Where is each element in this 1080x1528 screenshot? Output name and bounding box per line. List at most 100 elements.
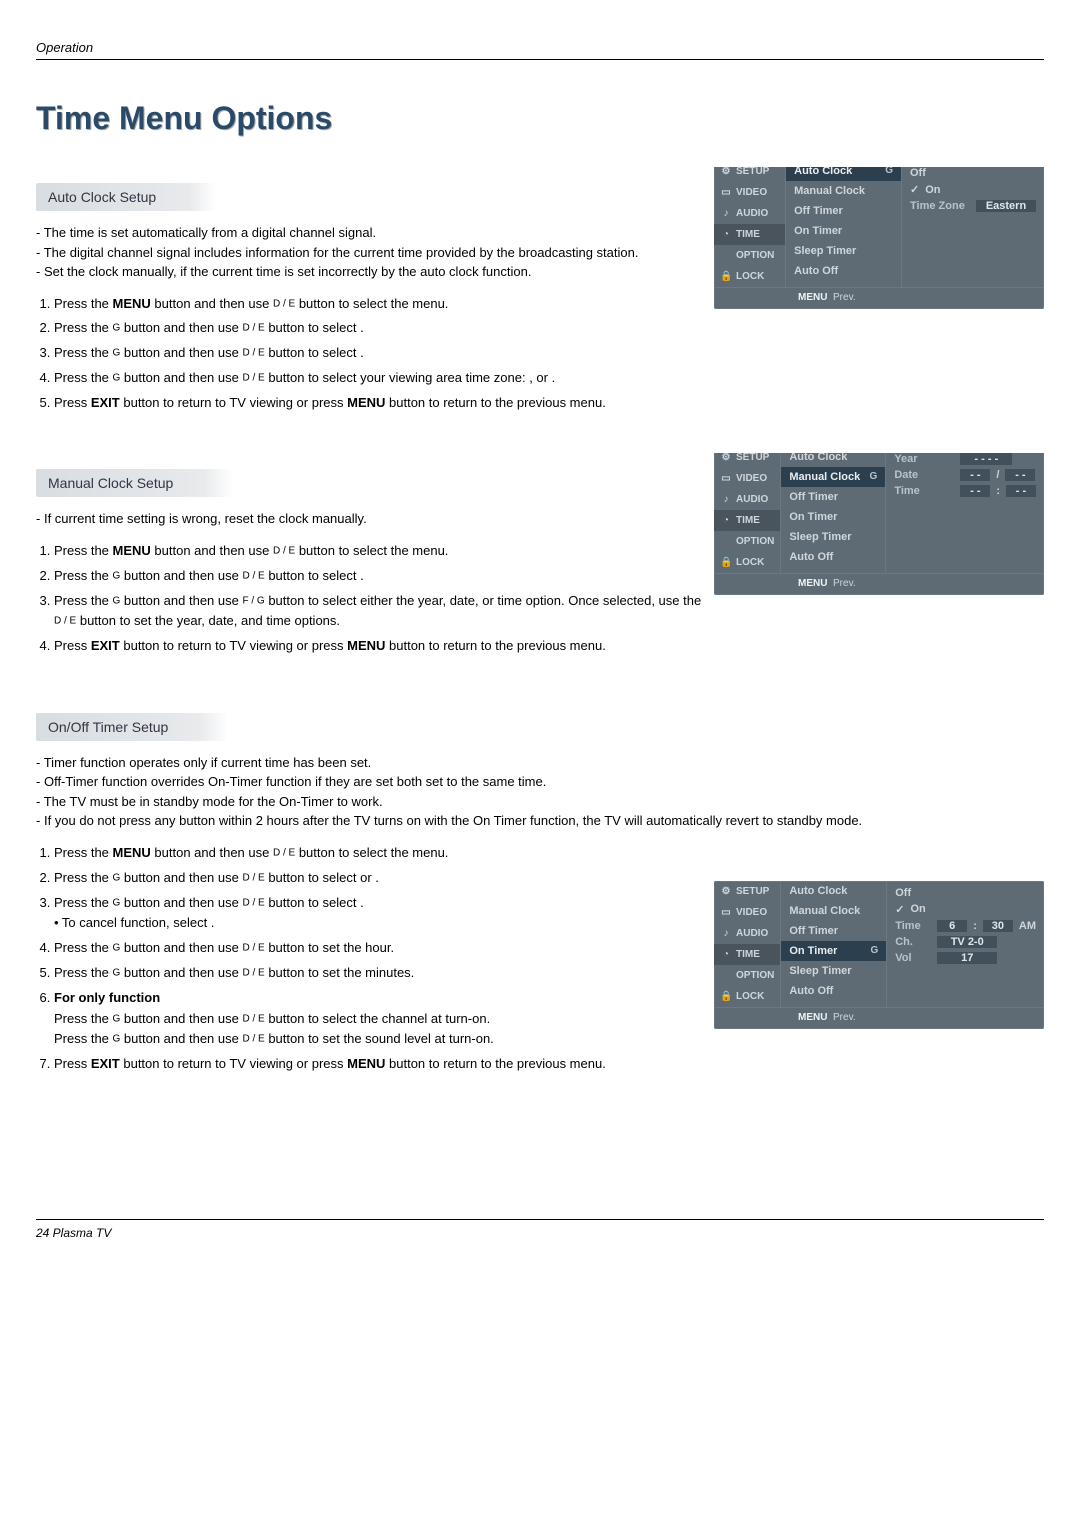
osd-footer: MENU Prev. [714, 1007, 1044, 1029]
instruction-step: Press EXIT button to return to TV viewin… [54, 393, 714, 414]
osd-menu-item: On Timer [786, 221, 901, 241]
osd-menu-item: Sleep Timer [781, 961, 886, 981]
page-footer: 24 Plasma TV [36, 1219, 1044, 1240]
osd-menu-list: Auto Clock Manual ClockG Off Timer On Ti… [781, 453, 886, 573]
audio-icon: ♪ [720, 928, 732, 939]
osd-tab-audio: ♪AUDIO [714, 489, 780, 510]
osd-tab-time: ◔TIME [714, 944, 780, 965]
wrench-icon: ⚙ [720, 886, 732, 897]
clock-icon: ◔ [720, 229, 732, 240]
osd-menu-item: Off Timer [781, 921, 886, 941]
instruction-step: Press the G button and then use D / E bu… [54, 343, 714, 364]
page-title: Time Menu Options [36, 100, 1044, 137]
nav-de-icon: D / E [242, 943, 264, 954]
instruction-step: Press the G button and then use D / E bu… [54, 938, 714, 959]
nav-de-icon: D / E [242, 348, 264, 359]
osd-tab-lock: 🔒LOCK [714, 986, 780, 1007]
instruction-step: Press the MENU button and then use D / E… [54, 843, 714, 864]
nav-de-icon: D / E [242, 323, 264, 334]
video-icon: ▭ [720, 473, 732, 484]
chevron-right-icon: G [870, 471, 878, 483]
instruction-step: Press the G button and then use D / E bu… [54, 868, 714, 889]
osd-menu-item: Auto Off [781, 981, 886, 1001]
osd-menu-item: Auto ClockG [786, 167, 901, 181]
instruction-step: Press the G button and then use D / E bu… [54, 318, 714, 339]
instruction-step: Press the G button and then use D / E bu… [54, 893, 714, 935]
osd-value: Time- -:- - [894, 483, 1036, 499]
video-icon: ▭ [720, 907, 732, 918]
instruction-step: Press EXIT button to return to TV viewin… [54, 636, 714, 657]
nav-de-icon: D / E [273, 298, 295, 309]
instruction-step: Press the G button and then use D / E bu… [54, 566, 714, 587]
osd-footer: MENU Prev. [714, 287, 1044, 309]
osd-menu-item: Sleep Timer [786, 241, 901, 261]
instruction-step: Press the G button and then use D / E bu… [54, 368, 714, 389]
osd-menu-item: Manual Clock [786, 181, 901, 201]
section-notes: Timer function operates only if current … [36, 753, 1016, 831]
instruction-list: Press the MENU button and then use D / E… [36, 843, 714, 1075]
osd-tab-video: ▭VIDEO [714, 902, 780, 923]
wrench-icon: ⚙ [720, 167, 732, 177]
nav-de-icon: D / E [242, 570, 264, 581]
osd-menu-item: Off Timer [781, 487, 885, 507]
osd-tab-time: ◔TIME [714, 224, 785, 245]
osd-onoff-timer: ⚙SETUP ▭VIDEO ♪AUDIO ◔TIME OPTION 🔒LOCK … [714, 881, 1044, 1029]
osd-tab-time: ◔TIME [714, 510, 780, 531]
instruction-list: Press the MENU button and then use D / E… [36, 541, 714, 657]
section-heading-auto-clock: Auto Clock Setup [36, 183, 216, 211]
osd-menu-item: Auto Off [781, 547, 885, 567]
nav-de-icon: D / E [273, 848, 295, 859]
osd-value: Ch.TV 2-0 [895, 934, 1036, 950]
nav-de-icon: D / E [242, 1013, 264, 1024]
osd-value: Date- -/- - [894, 467, 1036, 483]
section-heading-manual-clock: Manual Clock Setup [36, 469, 233, 497]
osd-menu-item: On Timer [781, 507, 885, 527]
nav-de-icon: D / E [242, 372, 264, 383]
nav-de-icon: D / E [273, 546, 295, 557]
osd-menu-item: Auto Clock [781, 881, 886, 901]
osd-value-selected: On [895, 901, 1036, 918]
osd-tab-setup: ⚙SETUP [714, 453, 780, 468]
osd-tab-video: ▭VIDEO [714, 182, 785, 203]
video-icon: ▭ [720, 187, 732, 198]
osd-tab-setup: ⚙SETUP [714, 881, 780, 902]
osd-value: Off [895, 885, 1036, 901]
instruction-step: Press the G button and then use D / E bu… [54, 963, 714, 984]
wrench-icon: ⚙ [720, 453, 732, 463]
osd-tab-option: OPTION [714, 531, 780, 552]
osd-tab-audio: ♪AUDIO [714, 203, 785, 224]
osd-footer: MENU Prev. [714, 573, 1044, 595]
instruction-step: Press the G button and then use F / G bu… [54, 591, 714, 633]
lock-icon: 🔒 [720, 271, 732, 282]
audio-icon: ♪ [720, 208, 732, 219]
osd-menu-item: Manual ClockG [781, 467, 885, 487]
osd-tab-option: OPTION [714, 965, 780, 986]
osd-manual-clock: ⚙SETUP ▭VIDEO ♪AUDIO ◔TIME OPTION 🔒LOCK … [714, 453, 1044, 595]
osd-menu-item: On TimerG [781, 941, 886, 961]
nav-de-icon: D / E [242, 872, 264, 883]
osd-tab-audio: ♪AUDIO [714, 923, 780, 944]
section-heading-onoff-timer: On/Off Timer Setup [36, 713, 228, 741]
osd-value: Year- - - - [894, 453, 1036, 467]
osd-value: Time6:30AM [895, 918, 1036, 934]
clock-icon: ◔ [720, 949, 732, 960]
osd-tab-lock: 🔒LOCK [714, 552, 780, 573]
osd-tab-option: OPTION [714, 245, 785, 266]
audio-icon: ♪ [720, 494, 732, 505]
osd-value-selected: On [910, 181, 1036, 198]
lock-icon: 🔒 [720, 991, 732, 1002]
nav-de-icon: D / E [242, 968, 264, 979]
instruction-step: Press the MENU button and then use D / E… [54, 294, 714, 315]
nav-de-icon: D / E [54, 616, 76, 627]
nav-de-icon: D / E [242, 897, 264, 908]
osd-value: Off [910, 167, 1036, 181]
osd-details: Off On Time Zone Eastern [902, 167, 1044, 287]
osd-details: Year- - - - Date- -/- - Time- -:- - [886, 453, 1044, 573]
osd-details: Off On Time6:30AM Ch.TV 2-0 Vol17 [887, 881, 1044, 1007]
instruction-step: Press the MENU button and then use D / E… [54, 541, 714, 562]
page-header: Operation [36, 40, 1044, 60]
osd-tab-lock: 🔒LOCK [714, 266, 785, 287]
nav-fg-icon: F / G [242, 595, 264, 606]
osd-tab-video: ▭VIDEO [714, 468, 780, 489]
osd-menu-item: Off Timer [786, 201, 901, 221]
